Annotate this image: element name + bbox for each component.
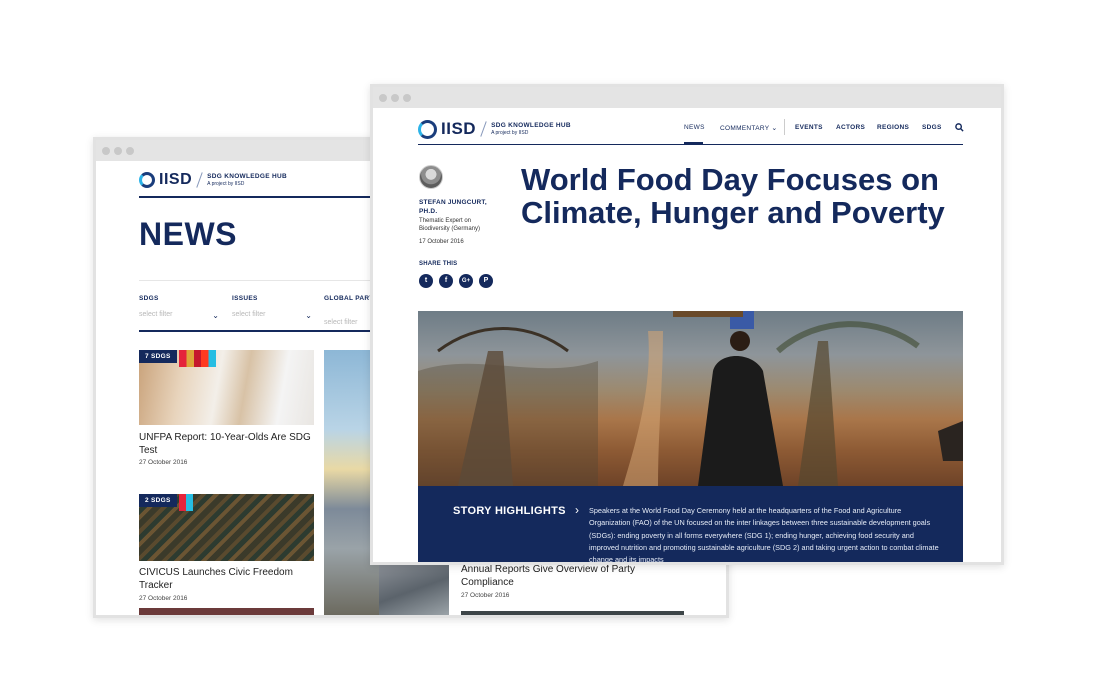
story-highlights-label: STORY HIGHLIGHTS bbox=[453, 505, 566, 517]
card-image-strip bbox=[461, 611, 684, 615]
window-dot[interactable] bbox=[379, 94, 387, 102]
sdg-badge: 7 SDGS bbox=[139, 350, 177, 363]
nav-commentary[interactable]: COMMENTARY ⌄ bbox=[720, 124, 778, 133]
article-window: IISD SDG KNOWLEDGE HUB A project by IISD… bbox=[370, 84, 1004, 565]
logo-hub-name: SDG KNOWLEDGE HUB bbox=[207, 173, 287, 180]
article-date: 17 October 2016 bbox=[419, 239, 464, 245]
card-date: 27 October 2016 bbox=[139, 459, 188, 466]
card-image-strip bbox=[139, 608, 314, 615]
chevron-down-icon: ⌄ bbox=[771, 125, 778, 132]
filter-rule bbox=[139, 330, 379, 332]
nav-divider bbox=[784, 119, 785, 135]
site-logo[interactable]: IISD SDG KNOWLEDGE HUB A project by IISD bbox=[139, 171, 287, 189]
news-card[interactable]: 7 SDGS UNFPA Report: 10-Year-Olds Are SD… bbox=[139, 350, 314, 470]
window-dot[interactable] bbox=[114, 147, 122, 155]
story-highlights-text: Speakers at the World Food Day Ceremony … bbox=[589, 506, 939, 562]
pinterest-icon[interactable]: P bbox=[479, 274, 493, 288]
logo-divider bbox=[480, 121, 487, 137]
nav-sdgs[interactable]: SDGS bbox=[922, 124, 942, 131]
filter-label: ISSUES bbox=[232, 295, 258, 302]
googleplus-icon[interactable]: G+ bbox=[459, 274, 473, 288]
browser-chrome bbox=[373, 87, 1001, 108]
site-logo[interactable]: IISD SDG KNOWLEDGE HUB A project by IISD bbox=[418, 119, 571, 139]
share-label: SHARE THIS bbox=[419, 261, 458, 267]
news-card[interactable]: Annual Reports Give Overview of Party Co… bbox=[379, 563, 684, 615]
card-title[interactable]: UNFPA Report: 10-Year-Olds Are SDG Test bbox=[139, 431, 314, 457]
nav-actors[interactable]: ACTORS bbox=[836, 124, 865, 131]
filter-placeholder: select filter bbox=[139, 311, 173, 318]
card-image bbox=[379, 565, 449, 615]
chevron-down-icon: ⌄ bbox=[212, 311, 219, 320]
header-rule bbox=[418, 144, 963, 145]
title-divider bbox=[139, 280, 379, 281]
logo-divider bbox=[196, 172, 203, 188]
chevron-right-icon: › bbox=[575, 503, 579, 517]
sdg-color-strip bbox=[179, 494, 193, 511]
author-role: Thematic Expert on Biodiversity (Germany… bbox=[419, 218, 481, 232]
window-dot[interactable] bbox=[126, 147, 134, 155]
sdg-badge: 2 SDGS bbox=[139, 494, 177, 507]
logo-word: IISD bbox=[441, 119, 477, 138]
news-card[interactable]: 2 SDGS CIVICUS Launches Civic Freedom Tr… bbox=[139, 494, 314, 614]
logo-tagline: A project by IISD bbox=[207, 181, 245, 187]
chevron-down-icon: ⌄ bbox=[305, 311, 312, 320]
facebook-icon[interactable]: f bbox=[439, 274, 453, 288]
avatar[interactable] bbox=[419, 165, 443, 189]
filter-issues[interactable]: ISSUES select filter ⌄ bbox=[232, 295, 312, 320]
nav-regions[interactable]: REGIONS bbox=[877, 124, 909, 131]
hero-illustration bbox=[418, 311, 963, 486]
logo-ring-icon bbox=[139, 172, 155, 188]
card-date: 27 October 2016 bbox=[139, 595, 188, 602]
hero-image bbox=[418, 311, 963, 486]
filter-placeholder: select filter bbox=[324, 319, 358, 326]
filter-placeholder: select filter bbox=[232, 311, 266, 318]
article-title: World Food Day Focuses on Climate, Hunge… bbox=[521, 162, 945, 230]
window-dot[interactable] bbox=[102, 147, 110, 155]
twitter-icon[interactable]: t bbox=[419, 274, 433, 288]
window-dot[interactable] bbox=[403, 94, 411, 102]
card-title[interactable]: CIVICUS Launches Civic Freedom Tracker bbox=[139, 566, 299, 592]
filter-label: SDGS bbox=[139, 295, 159, 302]
nav-events[interactable]: EVENTS bbox=[795, 124, 823, 131]
nav-news[interactable]: NEWS bbox=[684, 124, 705, 131]
logo-hub-name: SDG KNOWLEDGE HUB bbox=[491, 122, 571, 129]
filter-sdgs[interactable]: SDGS select filter ⌄ bbox=[139, 295, 219, 320]
sdg-color-strip bbox=[179, 350, 216, 367]
page-title: NEWS bbox=[139, 216, 237, 252]
story-highlights: STORY HIGHLIGHTS › Speakers at the World… bbox=[418, 486, 963, 562]
logo-tagline: A project by IISD bbox=[491, 130, 529, 136]
window-dot[interactable] bbox=[391, 94, 399, 102]
header-rule bbox=[139, 196, 379, 198]
author-name[interactable]: STEFAN JUNGCURT, PH.D. bbox=[419, 198, 494, 216]
nav-commentary-label: COMMENTARY bbox=[720, 124, 770, 132]
card-title[interactable]: Annual Reports Give Overview of Party Co… bbox=[461, 563, 671, 589]
logo-ring-icon bbox=[418, 119, 437, 139]
card-date: 27 October 2016 bbox=[461, 592, 510, 599]
logo-word: IISD bbox=[159, 171, 193, 188]
search-icon[interactable] bbox=[955, 123, 964, 132]
